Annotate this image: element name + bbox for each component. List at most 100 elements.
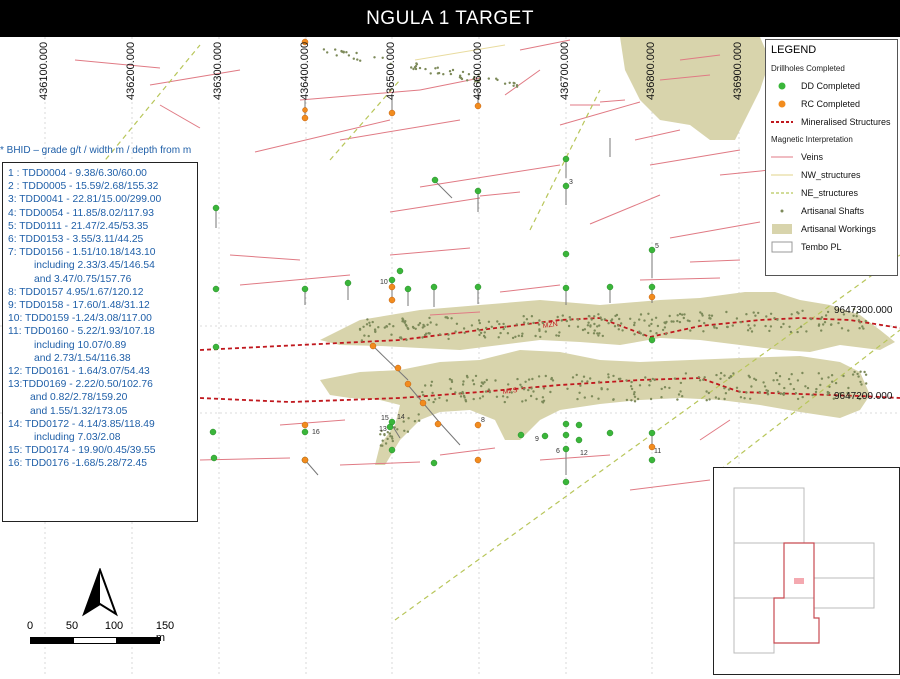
- artisanal-shaft: [478, 321, 481, 325]
- artisanal-shaft: [502, 327, 505, 331]
- artisanal-shaft: [366, 318, 369, 321]
- artisanal-shaft: [388, 322, 391, 326]
- artisanal-shaft: [709, 317, 712, 320]
- artisanal-shaft: [538, 329, 541, 333]
- artisanal-shaft: [715, 373, 718, 377]
- legend-rc: RC Completed: [771, 95, 892, 113]
- artisanal-shaft: [582, 375, 586, 378]
- artisanal-shaft: [449, 72, 453, 76]
- artisanal-shaft: [512, 84, 515, 88]
- artisanal-shaft: [368, 324, 372, 327]
- artisanal-shaft: [789, 382, 792, 386]
- artisanal-shaft: [677, 393, 681, 396]
- artisanal-shaft: [834, 381, 838, 385]
- result-line: and 2.73/1.54/116.38: [34, 352, 131, 364]
- artisanal-shaft: [860, 383, 863, 386]
- result-line: 11: TDD0160 - 5.22/1.93/107.18: [8, 326, 155, 338]
- artisanal-shaft: [558, 331, 561, 334]
- artisanal-shaft: [451, 68, 455, 72]
- artisanal-shaft: [371, 320, 374, 324]
- artisanal-shaft: [571, 376, 575, 379]
- hole-label: 3: [569, 179, 573, 186]
- artisanal-shaft: [448, 70, 452, 73]
- artisanal-shaft: [593, 329, 596, 332]
- artisanal-shaft: [754, 314, 757, 317]
- artisanal-shaft: [606, 388, 609, 391]
- artisanal-shaft: [612, 398, 615, 401]
- artisanal-shaft: [424, 67, 427, 71]
- easting-label: 436200.000: [125, 41, 137, 100]
- artisanal-shaft: [864, 373, 868, 376]
- artisanal-shaft: [401, 320, 404, 323]
- easting-label: 436700.000: [559, 41, 571, 100]
- artisanal-shaft: [633, 400, 637, 403]
- artisanal-shaft: [542, 387, 546, 390]
- artisanal-shaft: [445, 399, 449, 402]
- artisanal-shaft: [517, 334, 520, 337]
- artisanal-shaft: [434, 67, 437, 70]
- artisanal-shaft: [769, 325, 773, 328]
- artisanal-shaft: [530, 387, 533, 390]
- artisanal-shaft: [732, 372, 735, 375]
- green-dot-icon: [771, 80, 793, 92]
- artisanal-shaft: [705, 399, 708, 402]
- result-line: 9: TDD0158 - 17.60/1.48/31.12: [8, 300, 150, 312]
- artisanal-shaft: [483, 381, 486, 384]
- artisanal-shaft: [708, 314, 711, 317]
- artisanal-shaft: [522, 388, 526, 391]
- artisanal-shaft: [478, 333, 481, 337]
- artisanal-shaft: [507, 383, 510, 386]
- artisanal-shaft: [673, 377, 677, 380]
- artisanal-shaft: [499, 331, 502, 335]
- artisanal-shaft: [703, 321, 706, 325]
- artisanal-shaft: [589, 377, 592, 380]
- artisanal-shaft: [527, 378, 531, 381]
- artisanal-shaft: [620, 322, 623, 325]
- artisanal-shaft: [729, 375, 732, 378]
- artisanal-shaft: [724, 392, 728, 395]
- artisanal-shaft: [407, 327, 410, 331]
- artisanal-shaft: [621, 329, 624, 332]
- artisanal-shaft: [764, 324, 767, 328]
- artisanal-shaft: [743, 397, 746, 400]
- artisanal-shaft: [521, 332, 524, 335]
- artisanal-shaft: [762, 381, 765, 384]
- result-line: 15: TDD0174 - 19.90/0.45/39.55: [8, 445, 156, 457]
- artisanal-shaft: [496, 78, 499, 82]
- artisanal-shaft: [829, 323, 833, 326]
- artisanal-shaft: [447, 337, 450, 341]
- artisanal-shaft: [676, 319, 679, 323]
- artisanal-shaft: [827, 391, 831, 395]
- artisanal-shaft: [817, 323, 821, 326]
- artisanal-shaft: [787, 377, 791, 381]
- artisanal-shaft: [406, 430, 410, 433]
- legend-workings: Artisanal Workings: [771, 220, 892, 238]
- legend-drillholes-heading: Drillholes Completed: [771, 64, 845, 73]
- hole-label: 15: [381, 415, 389, 422]
- artisanal-shaft: [544, 330, 547, 333]
- artisanal-shaft: [598, 332, 601, 335]
- artisanal-shaft: [479, 331, 483, 335]
- result-line: including 7.03/2.08: [34, 432, 121, 444]
- scale-bar-bar: [30, 637, 160, 644]
- result-line: 4: TDD0054 - 11.85/8.02/117.93: [8, 207, 154, 219]
- artisanal-shaft: [689, 329, 692, 332]
- hole-label: 10: [380, 279, 388, 286]
- artisanal-shaft: [664, 332, 668, 336]
- artisanal-shaft: [556, 315, 559, 319]
- artisanal-shaft: [474, 374, 478, 378]
- legend-title: LEGEND: [771, 44, 817, 56]
- artisanal-shaft: [512, 81, 515, 85]
- artisanal-shaft: [514, 335, 517, 338]
- artisanal-shaft: [480, 384, 483, 388]
- artisanal-shaft: [392, 325, 395, 328]
- artisanal-shaft: [568, 316, 571, 319]
- artisanal-shaft: [739, 396, 743, 399]
- artisanal-shaft: [763, 385, 767, 388]
- title-text: NGULA 1 TARGET: [366, 7, 534, 29]
- artisanal-shaft: [561, 314, 564, 317]
- artisanal-shaft: [588, 315, 591, 318]
- artisanal-shaft: [449, 387, 452, 390]
- artisanal-shaft: [609, 319, 613, 322]
- artisanal-shaft: [503, 400, 506, 404]
